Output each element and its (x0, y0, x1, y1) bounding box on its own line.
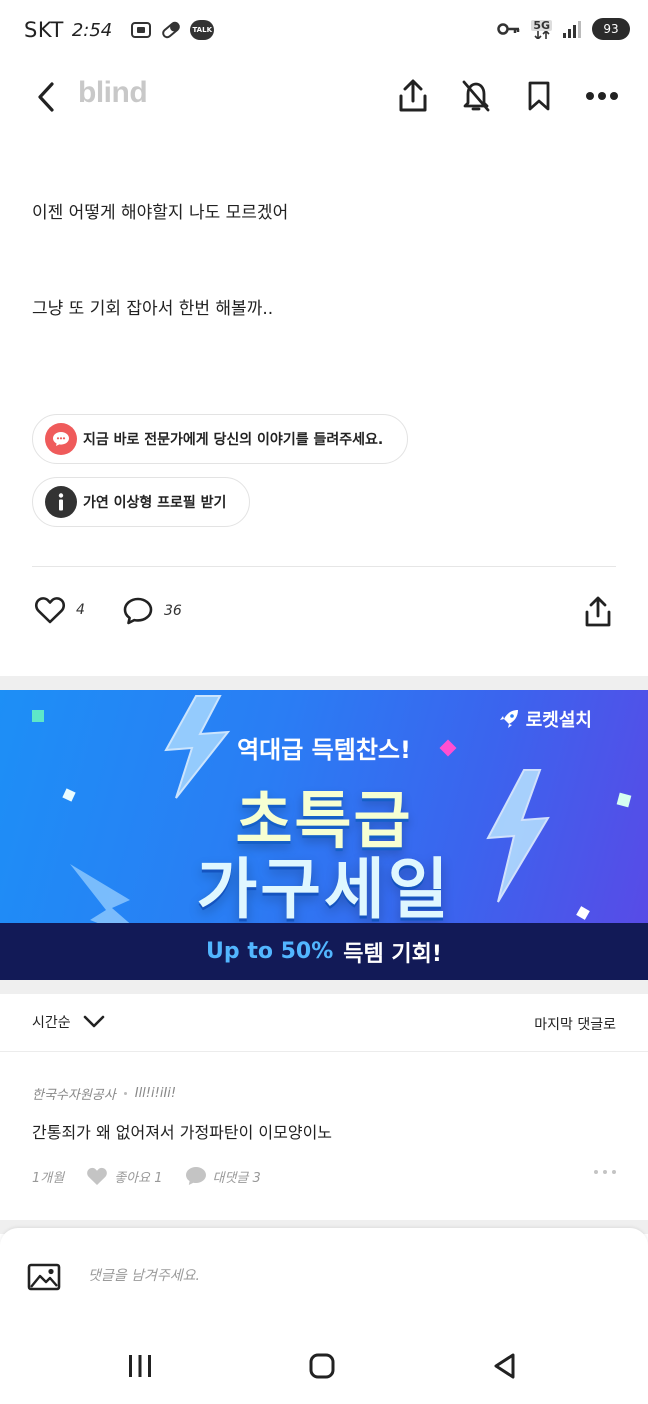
sort-dropdown[interactable]: 시간순 (32, 1012, 105, 1032)
image-icon (27, 1263, 61, 1291)
comment-author[interactable]: Ill!i!iIi! (135, 1086, 176, 1101)
comment-sort-bar: 시간순 마지막 댓글로 (0, 994, 648, 1052)
heart-icon (87, 1167, 108, 1185)
post-line: 그냥 또 기회 잡아서 한번 해볼까.. (32, 299, 274, 319)
reply-bubble-icon (185, 1167, 206, 1185)
more-icon (586, 92, 618, 100)
comment-input[interactable] (88, 1258, 588, 1294)
recent-apps-button[interactable] (120, 1348, 160, 1384)
bookmark-button[interactable] (521, 76, 557, 116)
system-back-button[interactable] (484, 1348, 524, 1384)
signal-icon (562, 19, 582, 39)
comment-more-button[interactable] (594, 1170, 616, 1174)
home-icon (309, 1353, 335, 1379)
share-button[interactable] (395, 76, 431, 116)
confetti-shape (32, 710, 44, 722)
network-label: 5G (531, 18, 552, 32)
comment-text: 간통죄가 왜 없어져서 가정파탄이 이모양이노 (32, 1123, 333, 1142)
comment-count: 36 (164, 603, 182, 619)
home-button[interactable] (302, 1348, 342, 1384)
share-icon (399, 79, 427, 112)
back-icon (38, 82, 54, 112)
chip-label: 가연 이상형 프로필 받기 (83, 495, 227, 511)
comment-reply-button[interactable]: 대댓글 3 (185, 1166, 261, 1186)
chip-label: 지금 바로 전문가에게 당신의 이야기를 들려주세요. (83, 432, 384, 448)
app-logo[interactable]: blind (78, 76, 148, 110)
recent-apps-icon (129, 1355, 151, 1377)
talk-icon: TALK (190, 20, 215, 40)
more-dot (594, 1170, 598, 1174)
expert-consult-chip[interactable]: 지금 바로 전문가에게 당신의 이야기를 들려주세요. (32, 414, 408, 464)
header-actions (395, 76, 620, 116)
ad-headline: 역대급 득템찬스! (237, 736, 411, 764)
profile-offer-chip[interactable]: 가연 이상형 프로필 받기 (32, 477, 250, 527)
heart-icon (34, 597, 66, 624)
status-right: 5G 93 (497, 18, 630, 40)
like-button[interactable]: 4 (34, 596, 85, 624)
sort-label: 시간순 (32, 1015, 71, 1031)
post-actions: 4 36 (0, 596, 648, 640)
screenshot-icon (130, 20, 152, 40)
chevron-down-icon (83, 1015, 104, 1028)
comment-icon (123, 597, 153, 625)
jump-to-last-comment-link[interactable]: 마지막 댓글로 (534, 1014, 616, 1034)
pill-icon (160, 20, 182, 40)
more-button[interactable] (584, 76, 620, 116)
ad-brand: 로켓설치 (498, 706, 592, 732)
ad-title-line2: 가구세일 (196, 851, 452, 928)
ad-bottom-strip: Up to 50% 득템 기회! (0, 923, 648, 980)
notification-toggle-button[interactable] (458, 76, 494, 116)
status-left: SKT 2:54 TALK (24, 18, 215, 42)
battery-icon: 93 (592, 18, 630, 40)
comment-meta: 한국수자원공사 Ill!i!iIi! (32, 1084, 616, 1103)
carrier-label: SKT (24, 18, 64, 42)
separator-dot (123, 1092, 127, 1095)
section-gap (0, 676, 648, 690)
system-nav-bar (0, 1320, 648, 1404)
divider (32, 566, 616, 567)
info-icon (45, 486, 77, 518)
post-share-button[interactable] (584, 596, 612, 628)
section-gap (0, 980, 648, 994)
comment-footer: 1개월 좋아요 1 대댓글 3 (32, 1166, 616, 1186)
comment-company[interactable]: 한국수자원공사 (32, 1084, 116, 1103)
comment-like-label: 좋아요 1 (114, 1170, 163, 1186)
comment-reply-label: 대댓글 3 (212, 1170, 261, 1186)
ad-cta: 득템 기회! (343, 941, 442, 967)
status-bar: SKT 2:54 TALK 5G 93 (0, 0, 648, 62)
attach-image-button[interactable] (26, 1262, 62, 1292)
ad-brand-label: 로켓설치 (525, 710, 592, 731)
more-dot (612, 1170, 616, 1174)
clock: 2:54 (71, 19, 113, 41)
comment-item: 한국수자원공사 Ill!i!iIi! 간통죄가 왜 없어져서 가정파탄이 이모양… (32, 1084, 616, 1186)
ad-discount: Up to 50% (206, 939, 334, 964)
share-icon (585, 596, 611, 627)
5g-icon: 5G (531, 18, 552, 39)
bookmark-icon (528, 81, 550, 111)
ad-banner[interactable]: 로켓설치 역대급 득템찬스! 초특급 가구세일 Up to 50% 득템 기회! (0, 690, 648, 980)
comment-like-button[interactable]: 좋아요 1 (86, 1166, 163, 1186)
back-nav-icon (494, 1353, 515, 1379)
app-header: blind (0, 62, 648, 132)
key-icon (497, 22, 521, 36)
post-line: 이젠 어떻게 해야할지 나도 모르겠어 (32, 203, 289, 223)
comment-composer (0, 1228, 648, 1320)
notification-off-icon (462, 80, 490, 112)
more-dot (603, 1170, 607, 1174)
like-count: 4 (76, 602, 85, 618)
back-button[interactable] (28, 78, 64, 116)
comment-button[interactable]: 36 (122, 596, 182, 626)
rocket-icon (499, 710, 518, 728)
post-body: 이젠 어떻게 해야할지 나도 모르겠어 그냥 또 기회 잡아서 한번 해볼까.. (32, 198, 622, 324)
chat-bubble-icon (45, 423, 77, 455)
comment-time: 1개월 (32, 1170, 65, 1186)
